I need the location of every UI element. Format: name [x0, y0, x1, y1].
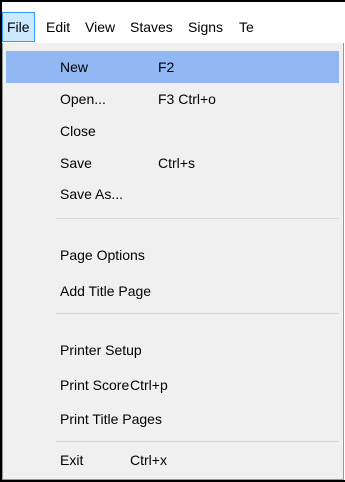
menu-item-shortcut: F2 — [158, 59, 175, 75]
menu-item-label: Save — [60, 155, 92, 171]
menu-item-label: New — [60, 59, 89, 75]
menu-item-save[interactable]: Save Ctrl+s — [6, 147, 339, 179]
menu-item-label: Print Score — [60, 377, 130, 393]
menu-item-open[interactable]: Open... F3 Ctrl+o — [6, 83, 339, 115]
menu-item-label: Print Title Pages — [60, 411, 162, 427]
menu-item-shortcut: F3 Ctrl+o — [158, 91, 216, 107]
menu-separator — [56, 441, 339, 442]
menu-item-label: Page Options — [60, 247, 145, 263]
menu-item-label: Exit — [60, 452, 84, 468]
menu-item-label: Add Title Page — [60, 283, 152, 299]
menu-item-save-as[interactable]: Save As... — [6, 178, 339, 210]
menu-item-label: Close — [60, 123, 96, 139]
menu-bar: File Edit View Staves Signs Te — [2, 12, 345, 42]
menu-item-add-title-page[interactable]: Add Title Page — [6, 275, 339, 307]
menu-item-label: Printer Setup — [60, 342, 142, 358]
menu-separator — [56, 313, 339, 314]
menu-item-shortcut: Ctrl+p — [130, 377, 168, 393]
menu-item-label: Save As... — [60, 186, 124, 202]
menu-item-new[interactable]: New F2 — [6, 51, 339, 83]
menu-edit[interactable]: Edit — [42, 12, 74, 42]
menu-item-label: Open... — [60, 91, 106, 107]
menu-separator — [56, 218, 339, 219]
menu-file[interactable]: File — [2, 12, 35, 42]
menu-item-printer-setup[interactable]: Printer Setup — [6, 334, 339, 366]
menu-item-print-title-pages[interactable]: Print Title Pages — [6, 403, 339, 435]
menu-te[interactable]: Te — [235, 12, 258, 42]
menu-item-close[interactable]: Close — [6, 115, 339, 147]
menu-item-exit[interactable]: Exit Ctrl+x — [6, 444, 339, 476]
menu-item-shortcut: Ctrl+x — [130, 452, 167, 468]
menu-signs[interactable]: Signs — [184, 12, 227, 42]
file-menu-dropdown: New F2 Open... F3 Ctrl+o Close Save Ctrl… — [2, 43, 344, 480]
menu-item-shortcut: Ctrl+s — [158, 155, 195, 171]
menu-item-page-options[interactable]: Page Options — [6, 239, 339, 271]
menu-view[interactable]: View — [81, 12, 119, 42]
menu-item-print-score[interactable]: Print Score Ctrl+p — [6, 369, 339, 401]
menu-staves[interactable]: Staves — [126, 12, 177, 42]
